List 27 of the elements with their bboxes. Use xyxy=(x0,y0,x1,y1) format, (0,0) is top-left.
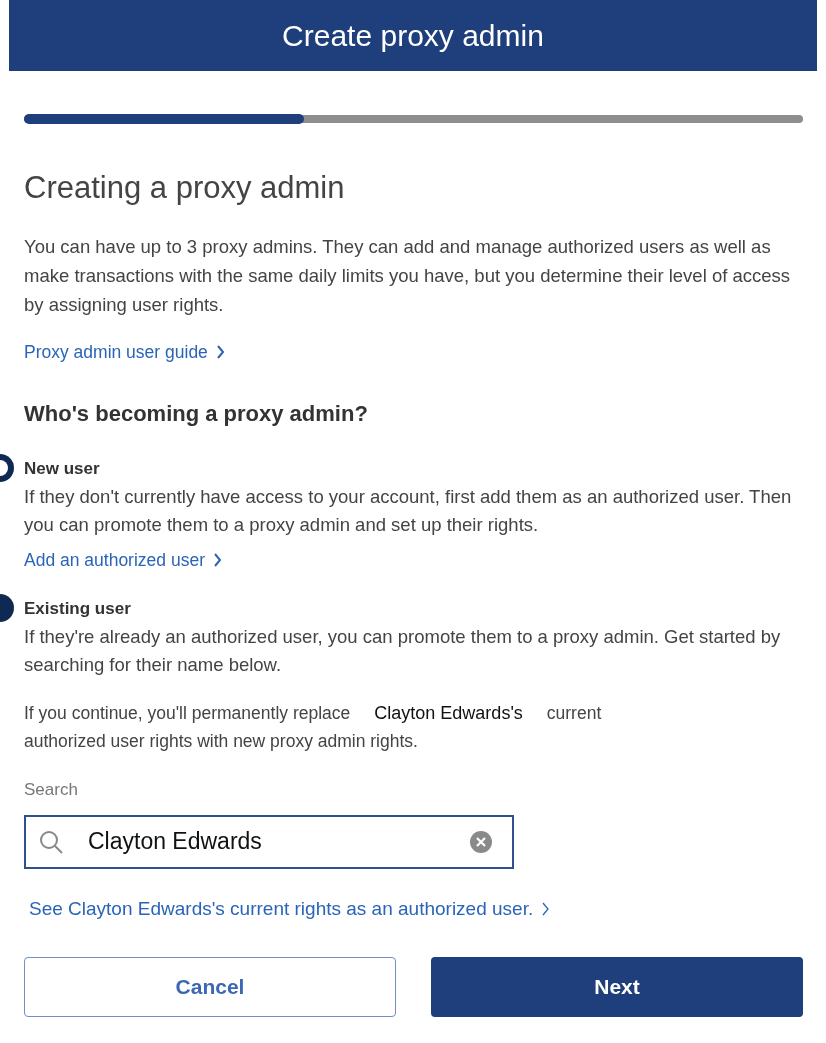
option-title: New user xyxy=(24,457,101,480)
add-user-link[interactable]: Add an authorized user xyxy=(24,547,222,574)
chevron-right-icon xyxy=(215,344,225,359)
search-input[interactable]: Clayton Edwards xyxy=(88,824,470,859)
option-title: Existing user xyxy=(24,597,132,620)
search-label: Search xyxy=(24,779,79,801)
warning-text: current xyxy=(546,702,602,725)
option-description: If they don't currently have access to your account, first add them as an authorized user. Then you can promote them to a proxy admin and set up their rights. xyxy=(24,485,793,538)
warning-text: If you continue, you'll permanently replace xyxy=(24,702,351,725)
clear-icon[interactable] xyxy=(470,830,492,853)
section-heading: Who's becoming a proxy admin? xyxy=(24,399,369,428)
page-heading: Creating a proxy admin xyxy=(24,169,346,207)
chevron-right-icon xyxy=(541,901,551,916)
radio-button[interactable] xyxy=(0,593,14,622)
user-name: Clayton Edwards's xyxy=(374,702,523,725)
cancel-button[interactable]: Cancel xyxy=(24,957,396,1017)
rights-link[interactable]: See Clayton Edwards's current rights as an authorized user. xyxy=(29,894,551,923)
option-description: If they're already an authorized user, you can promote them to a proxy admin. Get started by searching for their name below. xyxy=(24,625,782,677)
warning-text: authorized user rights with new proxy admin rights. xyxy=(24,730,419,753)
next-button[interactable]: Next xyxy=(431,957,803,1017)
chevron-right-icon xyxy=(212,553,222,568)
search-field[interactable]: Clayton Edwards xyxy=(24,814,514,869)
guide-link[interactable]: Proxy admin user guide xyxy=(24,338,225,365)
intro-paragraph: You can have up to 3 proxy admins. They can add and manage authorized users as well as make transactions with the same daily limits you have, but you determine their level of access by assigning user rights. xyxy=(24,234,792,317)
radio-button[interactable] xyxy=(0,453,14,482)
search-icon xyxy=(38,828,64,855)
header-title: Create proxy admin xyxy=(282,18,544,54)
